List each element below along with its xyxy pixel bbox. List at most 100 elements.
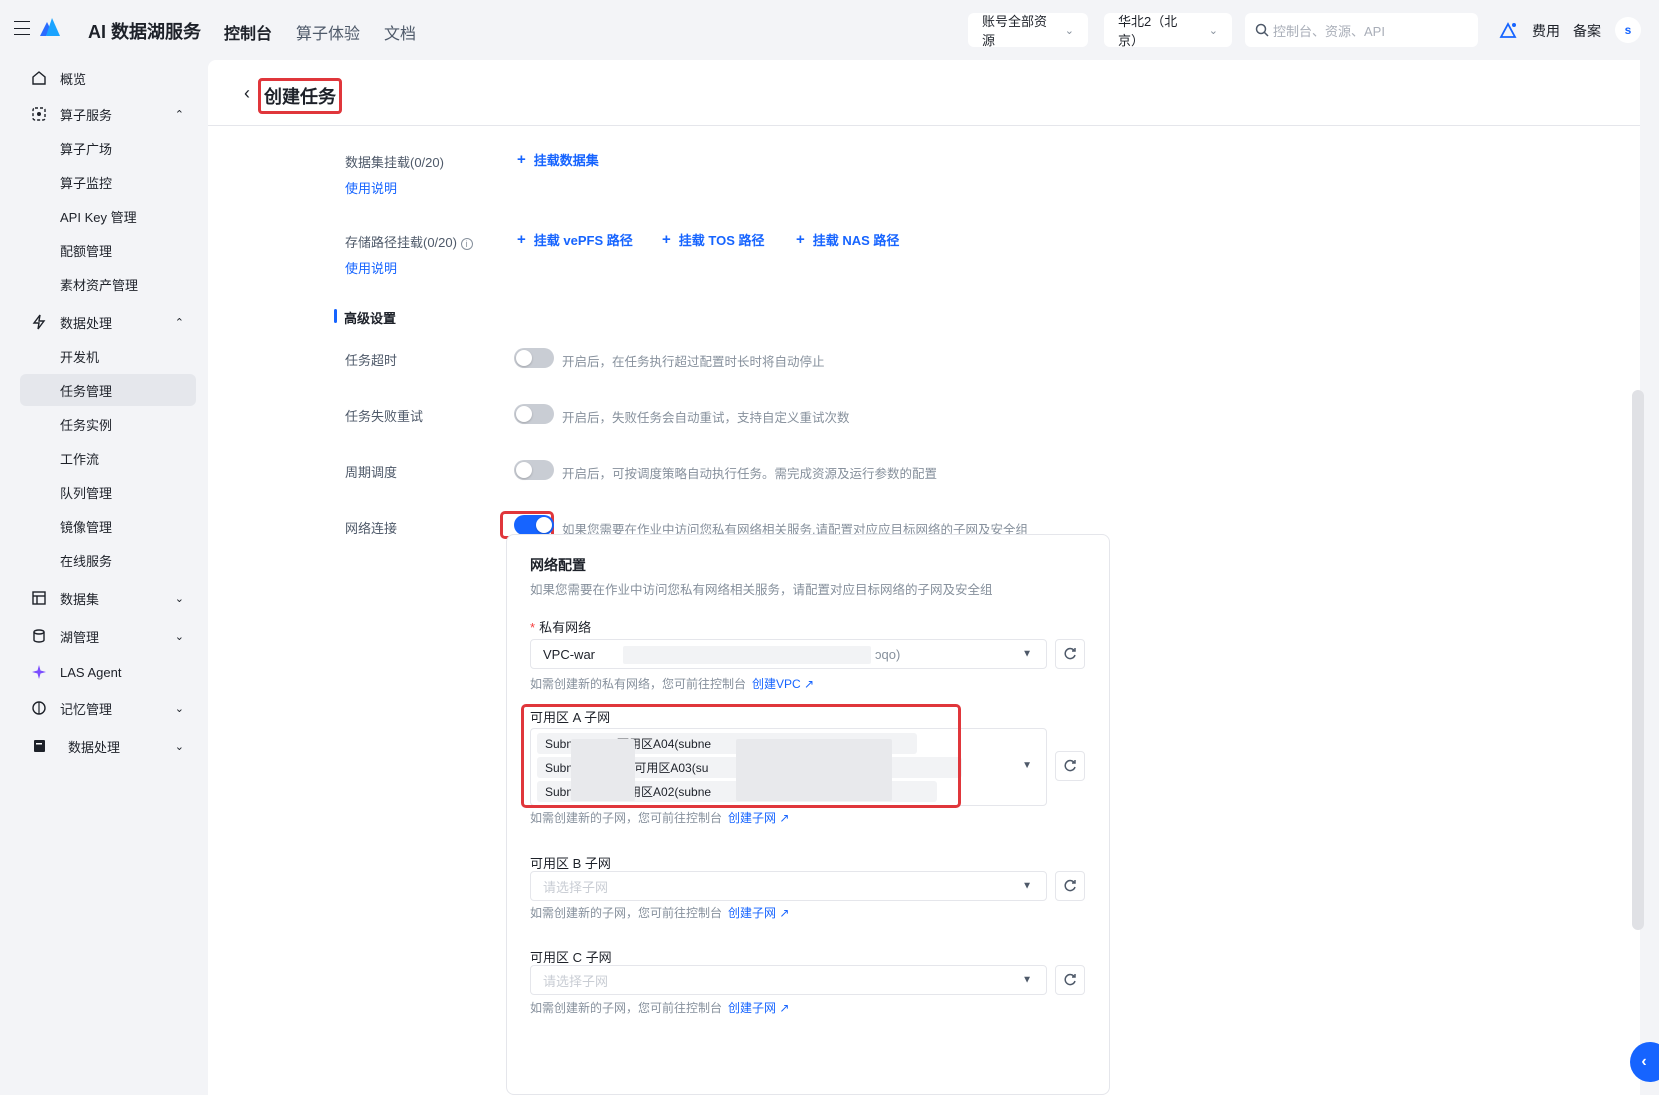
retry-label: 任务失败重试 bbox=[345, 409, 424, 424]
retry-toggle[interactable] bbox=[514, 404, 554, 424]
menu-icon[interactable] bbox=[12, 18, 32, 38]
region-select[interactable]: 华北2（北京） ⌄ bbox=[1104, 13, 1232, 48]
nav-docs[interactable]: 文档 bbox=[384, 20, 416, 44]
external-link-icon: ↗ bbox=[804, 677, 815, 691]
retry-hint: 开启后，失败任务会自动重试，支持自定义重试次数 bbox=[562, 411, 850, 425]
back-arrow-icon[interactable]: ‹ bbox=[244, 83, 250, 104]
sidebar-item-task-instance[interactable]: 任务实例 bbox=[20, 408, 196, 440]
sidebar-item-material[interactable]: 素材资产管理 bbox=[20, 268, 196, 300]
zone-c-placeholder: 请选择子网 bbox=[543, 973, 609, 989]
timeout-toggle[interactable] bbox=[514, 348, 554, 368]
refresh-icon bbox=[1064, 759, 1076, 772]
storage-mount-label-text: 存储路径挂载(0/20) bbox=[345, 235, 457, 250]
vpc-label-text: 私有网络 bbox=[539, 620, 592, 635]
highlight-box bbox=[521, 704, 961, 808]
sidebar-item-label: 任务实例 bbox=[60, 417, 113, 433]
zone-a-refresh-button[interactable] bbox=[1055, 751, 1085, 781]
plus-icon: + bbox=[517, 151, 526, 168]
sidebar-item-task-management[interactable]: 任务管理 bbox=[20, 374, 196, 406]
subnet-hint-text: 如需创建新的子网，您可前往控制台 bbox=[530, 811, 723, 825]
dataset-usage-link[interactable]: 使用说明 bbox=[345, 178, 397, 197]
sidebar-item-image[interactable]: 镜像管理 bbox=[20, 510, 196, 542]
sidebar-item-label: 开发机 bbox=[60, 349, 100, 365]
vpc-refresh-button[interactable] bbox=[1055, 639, 1085, 669]
mount-nas-button[interactable]: + 挂载 NAS 路径 bbox=[796, 230, 899, 249]
timeout-hint: 开启后，在任务执行超过配置时长时将自动停止 bbox=[562, 355, 825, 369]
mount-vepfs-label: 挂载 vePFS 路径 bbox=[533, 233, 633, 248]
vpc-select[interactable]: VPC-war ɔqo) ▼ bbox=[530, 639, 1047, 669]
sidebar-item-online-service[interactable]: 在线服务 bbox=[20, 544, 196, 576]
notebook-icon bbox=[30, 737, 48, 755]
schedule-hint: 开启后，可按调度策略自动执行任务。需完成资源及运行参数的配置 bbox=[562, 467, 938, 481]
subnet-hint-text: 如需创建新的子网，您可前往控制台 bbox=[530, 906, 723, 920]
zone-a-hint: 如需创建新的子网，您可前往控制台 创建子网 ↗ bbox=[530, 809, 789, 826]
account-scope-label: 账号全部资源 bbox=[982, 14, 1048, 48]
sidebar-item-operator-plaza[interactable]: 算子广场 bbox=[20, 132, 196, 164]
sidebar-item-api-key[interactable]: API Key 管理 bbox=[20, 200, 196, 232]
region-label: 华北2（北京） bbox=[1118, 14, 1178, 48]
create-vpc-link[interactable]: 创建VPC bbox=[752, 677, 801, 691]
sidebar-item-label: 算子监控 bbox=[60, 175, 113, 191]
mount-dataset-button[interactable]: + 挂载数据集 bbox=[517, 150, 599, 169]
sidebar-item-dev-machine[interactable]: 开发机 bbox=[20, 340, 196, 372]
sidebar-item-queue[interactable]: 队列管理 bbox=[20, 476, 196, 508]
zone-b-refresh-button[interactable] bbox=[1055, 871, 1085, 901]
external-link-icon: ↗ bbox=[779, 1001, 790, 1015]
database-icon bbox=[30, 627, 48, 645]
zone-b-placeholder: 请选择子网 bbox=[543, 879, 609, 895]
sidebar-item-operator-monitor[interactable]: 算子监控 bbox=[20, 166, 196, 198]
scrollbar[interactable] bbox=[1632, 390, 1644, 930]
create-subnet-link[interactable]: 创建子网 bbox=[728, 906, 776, 920]
chevron-up-icon: ⌃ bbox=[174, 316, 184, 329]
sidebar-item-operator-service[interactable]: 算子服务 ⌃ bbox=[30, 98, 190, 130]
sidebar-item-data-processing-2[interactable]: 数据处理 ⌄ bbox=[30, 730, 190, 762]
info-icon: i bbox=[460, 238, 473, 250]
sidebar-item-dataset[interactable]: 数据集 ⌄ bbox=[30, 582, 190, 614]
avatar[interactable]: s bbox=[1615, 17, 1641, 43]
required-mark: * bbox=[530, 620, 536, 635]
search-placeholder: 控制台、资源、API bbox=[1273, 23, 1385, 39]
sidebar-item-label: 数据处理 bbox=[60, 315, 113, 331]
logo-icon bbox=[38, 16, 62, 38]
timeout-label: 任务超时 bbox=[345, 353, 398, 368]
storage-usage-link[interactable]: 使用说明 bbox=[345, 258, 397, 277]
fee-link[interactable]: 费用 bbox=[1532, 21, 1560, 41]
network-config-desc: 如果您需要在作业中访问您私有网络相关服务，请配置对应目标网络的子网及安全组 bbox=[530, 583, 993, 597]
mount-vepfs-button[interactable]: + 挂载 vePFS 路径 bbox=[517, 230, 633, 249]
zone-b-subnet-select[interactable]: 请选择子网 ▼ bbox=[530, 871, 1047, 901]
account-scope-select[interactable]: 账号全部资源 ⌄ bbox=[968, 13, 1088, 48]
external-link-icon: ↗ bbox=[779, 906, 790, 920]
sidebar-item-label: 概览 bbox=[60, 71, 87, 87]
storage-mount-label: 存储路径挂载(0/20) i bbox=[345, 232, 473, 251]
search-input[interactable]: 控制台、资源、API bbox=[1245, 13, 1478, 47]
sidebar-item-label: LAS Agent bbox=[60, 664, 122, 680]
filing-link[interactable]: 备案 bbox=[1573, 21, 1601, 41]
sidebar-item-label: 素材资产管理 bbox=[60, 277, 139, 293]
plus-icon: + bbox=[662, 231, 671, 248]
chevron-down-icon: ⌄ bbox=[174, 702, 184, 715]
sidebar-item-data-processing[interactable]: 数据处理 ⌃ bbox=[30, 306, 190, 338]
zone-c-refresh-button[interactable] bbox=[1055, 965, 1085, 995]
page-header: ‹ 创建任务 bbox=[208, 60, 1640, 126]
network-toggle[interactable] bbox=[514, 515, 554, 535]
create-subnet-link[interactable]: 创建子网 bbox=[728, 811, 776, 825]
sidebar-item-memory[interactable]: 记忆管理 ⌄ bbox=[30, 692, 190, 724]
sidebar-item-quota[interactable]: 配额管理 bbox=[20, 234, 196, 266]
caret-down-icon: ▼ bbox=[1022, 760, 1032, 771]
sidebar-item-overview[interactable]: 概览 bbox=[30, 62, 190, 94]
sidebar-item-las-agent[interactable]: LAS Agent bbox=[30, 656, 190, 688]
sidebar-item-workflow[interactable]: 工作流 bbox=[20, 442, 196, 474]
brain-icon bbox=[30, 699, 48, 717]
zone-c-subnet-select[interactable]: 请选择子网 ▼ bbox=[530, 965, 1047, 995]
mount-tos-button[interactable]: + 挂载 TOS 路径 bbox=[662, 230, 764, 249]
schedule-toggle[interactable] bbox=[514, 460, 554, 480]
nav-console[interactable]: 控制台 bbox=[224, 20, 272, 44]
create-subnet-link[interactable]: 创建子网 bbox=[728, 1001, 776, 1015]
zone-c-label: 可用区 C 子网 bbox=[530, 950, 612, 965]
sidebar-item-lake[interactable]: 湖管理 ⌄ bbox=[30, 620, 190, 652]
subnet-hint-text: 如需创建新的子网，您可前往控制台 bbox=[530, 1001, 723, 1015]
ai-assistant-icon[interactable] bbox=[1498, 20, 1518, 40]
nav-operator-trial[interactable]: 算子体验 bbox=[296, 20, 360, 44]
page-title: 创建任务 bbox=[258, 78, 342, 114]
search-icon bbox=[1255, 23, 1269, 37]
